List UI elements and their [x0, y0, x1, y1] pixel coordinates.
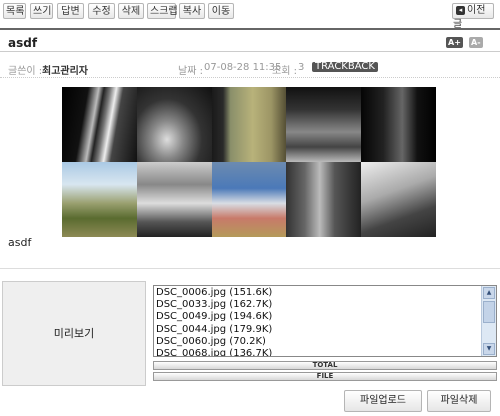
file-preview-panel: 미리보기 [2, 281, 146, 386]
prev-post-button[interactable]: ◂ 이전글 [452, 3, 494, 30]
file-list-item[interactable]: DSC_0060.jpg (70.2K) [156, 336, 272, 348]
delete-button[interactable]: 삭제 [118, 3, 144, 19]
scroll-down-icon[interactable]: ▼ [483, 343, 495, 355]
font-size-up-button[interactable]: A+ [446, 37, 463, 48]
total-bar: TOTAL [153, 361, 497, 370]
post-body: asdf [8, 236, 32, 249]
scroll-thumb[interactable] [483, 301, 495, 323]
scrap-button[interactable]: 스크랩 [147, 3, 178, 19]
post-image[interactable] [62, 87, 436, 237]
reply-button[interactable]: 답변 [57, 3, 84, 19]
file-delete-button[interactable]: 파일삭제 [427, 390, 491, 412]
scroll-up-icon[interactable]: ▲ [483, 287, 495, 299]
file-list-item[interactable]: DSC_0044.jpg (179.9K) [156, 324, 272, 336]
file-list-item[interactable]: DSC_0049.jpg (194.6K) [156, 311, 272, 323]
post-title-bar: asdf A+ A- [0, 28, 500, 52]
content-divider [0, 268, 500, 269]
file-list-item[interactable]: DSC_0006.jpg (151.6K) [156, 287, 272, 299]
list-button[interactable]: 목록 [3, 3, 26, 19]
file-bar: FILE [153, 372, 497, 381]
copy-button[interactable]: 복사 [179, 3, 205, 19]
toolbar: 목록 쓰기 답변 수정 삭제 스크랩 복사 이동 ◂ 이전글 [0, 0, 500, 30]
file-upload-button[interactable]: 파일업로드 [344, 390, 422, 412]
file-list-item[interactable]: DSC_0068.jpg (136.7K) [156, 348, 272, 356]
author-label: 글쓴이 : [8, 66, 43, 77]
views-label: 조회 : [272, 66, 297, 77]
file-list[interactable]: DSC_0006.jpg (151.6K) DSC_0033.jpg (162.… [153, 285, 497, 357]
file-list-items: DSC_0006.jpg (151.6K) DSC_0033.jpg (162.… [156, 287, 272, 356]
views-count: 3 [298, 62, 305, 73]
author-name[interactable]: 최고관리자 [42, 62, 88, 77]
post-title: asdf [8, 36, 38, 50]
file-list-item[interactable]: DSC_0033.jpg (162.7K) [156, 299, 272, 311]
prev-post-icon: ◂ [456, 6, 465, 15]
date-label: 날짜 : [178, 66, 203, 77]
font-size-down-button[interactable]: A- [469, 37, 483, 48]
trackback-button[interactable]: TRACKBACK [312, 62, 378, 72]
post-meta: 글쓴이 : 최고관리자 날짜 : 07-08-28 11:35 조회 : 3 T… [0, 58, 500, 78]
post-date: 07-08-28 11:35 [204, 62, 282, 73]
file-list-scrollbar[interactable]: ▲ ▼ [481, 286, 496, 356]
write-button[interactable]: 쓰기 [30, 3, 53, 19]
edit-button[interactable]: 수정 [88, 3, 115, 19]
move-button[interactable]: 이동 [208, 3, 234, 19]
